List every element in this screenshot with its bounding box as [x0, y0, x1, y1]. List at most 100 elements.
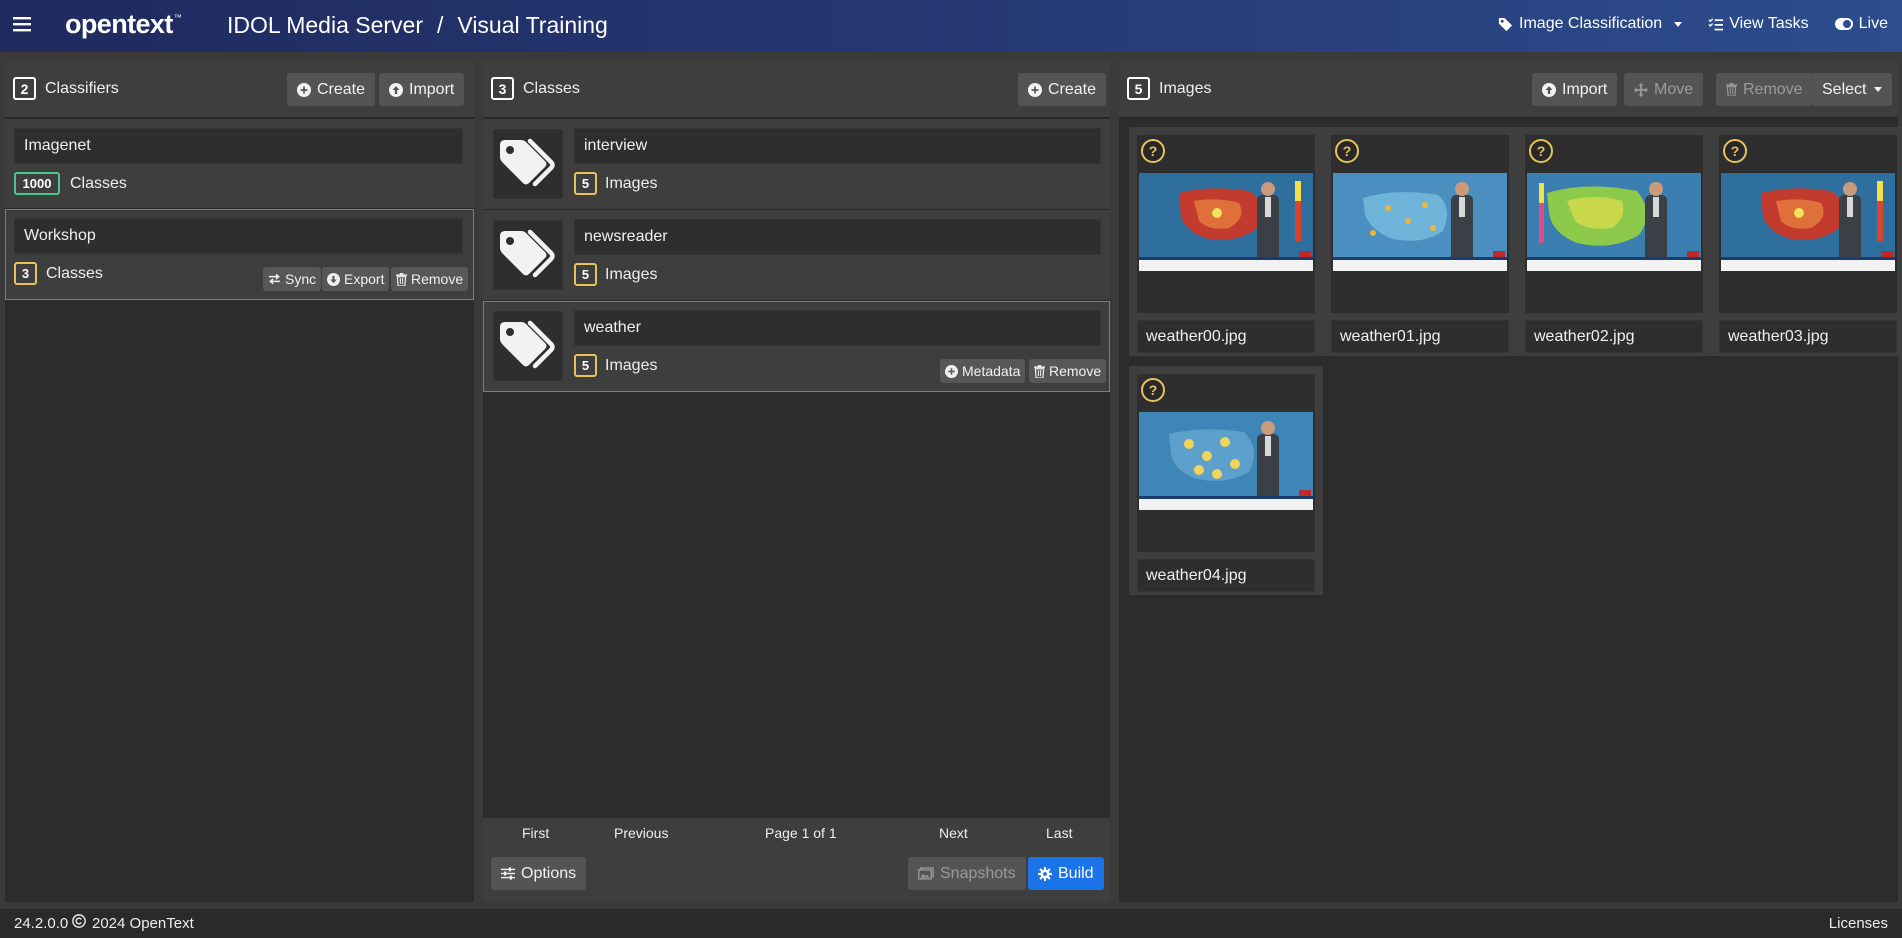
brand-tm: ™ — [173, 13, 182, 22]
image-card[interactable]: ? weather02.jpg — [1517, 127, 1711, 356]
image-thumbnail[interactable] — [1721, 173, 1895, 271]
menu-icon[interactable] — [13, 15, 31, 33]
image-frame: ? — [1525, 135, 1703, 313]
image-card[interactable]: ? weather03.jpg — [1711, 127, 1902, 356]
image-thumbnail[interactable] — [1139, 173, 1313, 271]
classes-count-badge: 1000 — [14, 172, 60, 195]
image-filename: weather00.jpg — [1137, 320, 1315, 353]
upload-circle-icon — [1542, 82, 1556, 97]
remove-images-button[interactable]: Remove — [1716, 73, 1813, 106]
tags-icon — [497, 318, 559, 374]
images-title: Images — [1159, 80, 1212, 97]
build-label: Build — [1058, 864, 1094, 882]
move-images-button[interactable]: Move — [1624, 73, 1704, 106]
image-card[interactable]: ? weather00.jpg — [1129, 127, 1323, 356]
image-frame: ? — [1137, 135, 1315, 313]
pagination: First Previous Page 1 of 1 Next Last — [483, 818, 1110, 846]
classes-title: Classes — [523, 80, 580, 97]
classifier-name: Imagenet — [14, 128, 463, 164]
build-button[interactable]: Build — [1028, 857, 1104, 890]
classifier-name: Workshop — [14, 218, 463, 254]
options-button[interactable]: Options — [491, 857, 587, 890]
classifiers-panel: 2 Classifiers Create Import Imagenet 100… — [5, 61, 474, 902]
pager-previous[interactable]: Previous — [614, 825, 668, 841]
task-list-icon — [1708, 17, 1724, 32]
top-navbar: opentext™ IDOL Media Server / Visual Train… — [0, 0, 1902, 52]
metadata-button[interactable]: Metadata — [940, 359, 1026, 383]
sync-icon — [268, 273, 281, 285]
unknown-status-icon: ? — [1723, 139, 1747, 163]
trash-icon — [1726, 83, 1737, 96]
classifier-item-workshop[interactable]: Workshop 3 Classes Sync Export Remove — [5, 209, 474, 300]
image-card[interactable]: ? weather01.jpg — [1323, 127, 1517, 356]
page-name: Visual Training — [457, 12, 608, 38]
licenses-link[interactable]: Licenses — [1829, 915, 1888, 932]
copyright-text: 2024 OpenText — [92, 915, 194, 932]
download-circle-icon — [327, 272, 340, 286]
pager-last[interactable]: Last — [1046, 825, 1072, 841]
create-label: Create — [1048, 80, 1097, 98]
toggle-on-icon — [1834, 18, 1853, 30]
unknown-status-icon: ? — [1335, 139, 1359, 163]
create-class-button[interactable]: Create — [1018, 73, 1107, 106]
status-footer: 24.2.0.0 2024 OpenText Licenses — [0, 909, 1902, 938]
chevron-down-icon — [1874, 87, 1883, 92]
copyright-icon — [72, 914, 86, 928]
metadata-label: Metadata — [962, 363, 1021, 379]
images-count-badge: 5 — [574, 354, 597, 377]
title-separator: / — [437, 12, 444, 38]
classifiers-header: 2 Classifiers Create Import — [5, 61, 474, 118]
sliders-icon — [501, 867, 515, 880]
mode-dropdown[interactable]: Image Classification — [1498, 15, 1683, 33]
classes-label: Classes — [46, 265, 103, 282]
move-arrows-icon — [1634, 82, 1648, 97]
class-item-weather[interactable]: weather 5 Images Metadata Remove — [483, 301, 1110, 392]
image-filename: weather02.jpg — [1525, 320, 1703, 353]
classes-header: 3 Classes Create — [483, 61, 1110, 118]
export-button[interactable]: Export — [322, 267, 390, 291]
snapshots-button[interactable]: Snapshots — [908, 857, 1026, 890]
images-icon — [918, 867, 934, 880]
class-thumbnail — [493, 129, 563, 199]
tags-icon — [497, 136, 559, 192]
live-toggle[interactable]: Live — [1834, 15, 1888, 33]
pager-status: Page 1 of 1 — [765, 825, 837, 841]
import-label: Import — [409, 80, 455, 98]
unknown-status-icon: ? — [1141, 139, 1165, 163]
unknown-status-icon: ? — [1529, 139, 1553, 163]
gear-icon — [1038, 866, 1052, 881]
pager-next[interactable]: Next — [939, 825, 968, 841]
class-item-interview[interactable]: interview 5 Images — [483, 119, 1110, 210]
app-title: IDOL Media Server / Visual Training — [227, 12, 608, 39]
remove-label: Remove — [1743, 80, 1803, 98]
import-label: Import — [1562, 80, 1608, 98]
import-classifier-button[interactable]: Import — [379, 73, 465, 106]
class-name: interview — [574, 128, 1101, 164]
brand-logo[interactable]: opentext™ — [65, 9, 182, 40]
classifier-item-imagenet[interactable]: Imagenet 1000 Classes — [5, 119, 474, 209]
image-thumbnail[interactable] — [1333, 173, 1507, 271]
remove-class-button[interactable]: Remove — [1029, 359, 1107, 383]
unknown-status-icon: ? — [1141, 378, 1165, 402]
remove-classifier-button[interactable]: Remove — [391, 267, 469, 291]
image-frame: ? — [1137, 374, 1315, 552]
create-classifier-button[interactable]: Create — [287, 73, 376, 106]
sync-button[interactable]: Sync — [263, 267, 322, 291]
class-name: newsreader — [574, 219, 1101, 255]
class-name: weather — [574, 310, 1101, 346]
image-card[interactable]: ? weather04.jpg — [1129, 366, 1323, 595]
remove-label: Remove — [411, 271, 464, 287]
image-filename: weather04.jpg — [1137, 559, 1315, 592]
images-count-badge: 5 — [574, 263, 597, 286]
class-item-newsreader[interactable]: newsreader 5 Images — [483, 210, 1110, 301]
brand-text: opentext — [65, 9, 173, 39]
classifiers-count-badge: 2 — [13, 77, 36, 100]
select-dropdown[interactable]: Select — [1812, 73, 1893, 106]
images-count-badge: 5 — [574, 172, 597, 195]
image-thumbnail[interactable] — [1527, 173, 1701, 271]
import-images-button[interactable]: Import — [1532, 73, 1618, 106]
view-tasks-link[interactable]: View Tasks — [1708, 15, 1809, 33]
pager-first[interactable]: First — [522, 825, 549, 841]
image-thumbnail[interactable] — [1139, 412, 1313, 510]
classes-label: Classes — [70, 175, 127, 192]
